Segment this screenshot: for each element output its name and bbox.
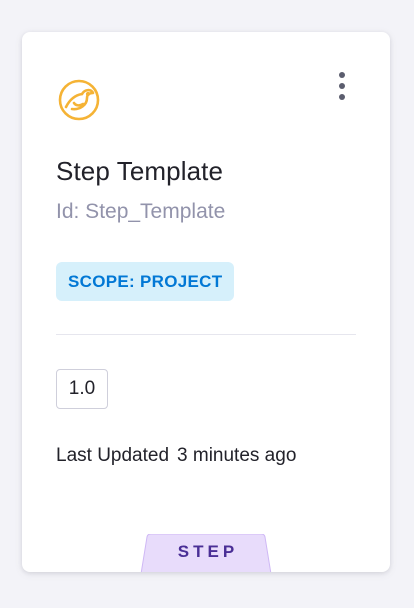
more-vertical-icon <box>339 72 345 78</box>
template-bird-icon <box>56 77 102 123</box>
last-updated-label: Last Updated <box>56 445 170 466</box>
template-id: Id: Step_Template <box>56 200 226 223</box>
last-updated: Last Updated 3 minutes ago <box>56 445 296 467</box>
template-type-label: STEP <box>177 542 239 561</box>
version-selector[interactable]: 1.0 <box>56 369 108 409</box>
last-updated-value: 3 minutes ago <box>177 445 297 466</box>
template-type-tab: STEP <box>137 534 275 572</box>
divider <box>56 334 356 335</box>
scope-badge: SCOPE: PROJECT <box>56 262 235 301</box>
more-options-button[interactable] <box>328 66 356 106</box>
more-vertical-icon-dot <box>339 94 345 100</box>
more-vertical-icon-dot <box>339 83 345 89</box>
template-title: Step Template <box>56 156 224 186</box>
template-card[interactable]: Step Template Id: Step_Template SCOPE: P… <box>22 32 390 572</box>
